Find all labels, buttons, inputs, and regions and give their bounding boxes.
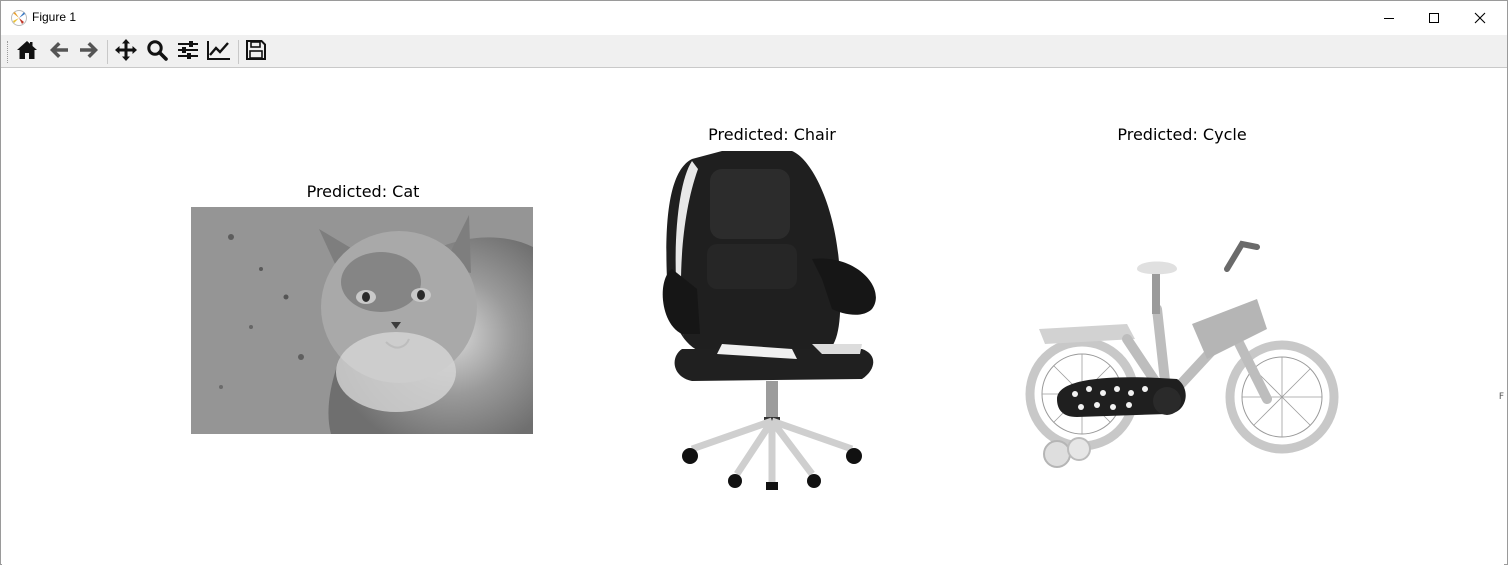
move-icon bbox=[115, 39, 137, 65]
toolbar-grip[interactable] bbox=[7, 41, 9, 63]
bicycle-image bbox=[1017, 229, 1347, 469]
save-button[interactable] bbox=[242, 39, 270, 65]
sliders-icon bbox=[177, 40, 199, 64]
forward-button[interactable] bbox=[75, 39, 103, 65]
configure-subplots-button[interactable] bbox=[174, 39, 202, 65]
subplot-title-chair: Predicted: Chair bbox=[708, 125, 836, 144]
figure-window: Figure 1 Predicted: Cat Predicted: Chair… bbox=[0, 0, 1508, 565]
magnifier-icon bbox=[146, 39, 168, 65]
home-icon bbox=[16, 40, 38, 64]
pan-button[interactable] bbox=[112, 39, 140, 65]
minimize-button[interactable] bbox=[1366, 1, 1412, 34]
navigation-toolbar bbox=[1, 35, 1507, 68]
floppy-disk-icon bbox=[246, 40, 266, 64]
subplot-title-cycle: Predicted: Cycle bbox=[1117, 125, 1247, 144]
edge-artifact: F bbox=[1498, 392, 1504, 402]
toolbar-separator bbox=[107, 40, 108, 64]
zoom-button[interactable] bbox=[143, 39, 171, 65]
arrow-left-icon bbox=[49, 40, 69, 64]
window-title: Figure 1 bbox=[32, 10, 77, 24]
arrow-right-icon bbox=[79, 40, 99, 64]
close-icon bbox=[1474, 12, 1486, 24]
close-button[interactable] bbox=[1457, 1, 1503, 34]
home-button[interactable] bbox=[13, 39, 41, 65]
chair-image bbox=[662, 149, 882, 490]
figure-canvas[interactable]: Predicted: Cat Predicted: Chair Predicte… bbox=[2, 69, 1504, 565]
line-chart-icon bbox=[207, 40, 231, 64]
matplotlib-app-icon bbox=[10, 9, 28, 27]
maximize-button[interactable] bbox=[1411, 1, 1457, 34]
toolbar-separator bbox=[238, 40, 239, 64]
cat-image bbox=[191, 207, 533, 434]
maximize-icon bbox=[1428, 12, 1440, 24]
minimize-icon bbox=[1383, 12, 1395, 24]
back-button[interactable] bbox=[45, 39, 73, 65]
title-bar[interactable]: Figure 1 bbox=[1, 1, 1507, 34]
subplot-title-cat: Predicted: Cat bbox=[306, 182, 420, 201]
edit-axis-button[interactable] bbox=[205, 39, 233, 65]
